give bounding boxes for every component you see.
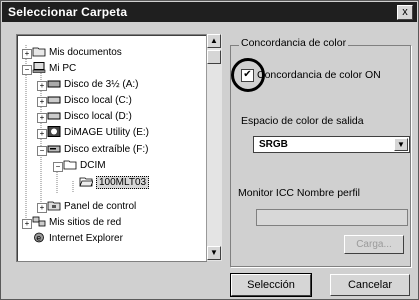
expand-toggle[interactable]: + xyxy=(37,97,47,107)
tree-item-mis-documentos[interactable]: Mis documentos xyxy=(32,46,122,60)
folder-icon xyxy=(63,160,77,170)
tree-item-dcim[interactable]: DCIM xyxy=(63,159,106,173)
expand-toggle[interactable]: + xyxy=(22,219,32,229)
tree-item-disco-f[interactable]: Disco extraíble (F:) xyxy=(47,143,148,157)
icc-profile-label: Monitor ICC Nombre perfil xyxy=(238,187,360,199)
tree-item-100mlt03[interactable]: 100MLT03 xyxy=(79,176,150,190)
expand-toggle[interactable]: + xyxy=(37,129,47,139)
tree-item-panel-de-control[interactable]: Panel de control xyxy=(47,200,136,214)
expand-toggle[interactable]: + xyxy=(37,113,47,123)
tree-item-disco-c[interactable]: Disco local (C:) xyxy=(47,94,132,108)
floppy-drive-icon xyxy=(47,80,61,88)
output-colorspace-label: Espacio de color de salida xyxy=(241,115,364,127)
internet-explorer-icon: e xyxy=(34,232,44,243)
expand-toggle[interactable]: + xyxy=(22,49,32,59)
tree-item-dimage-utility[interactable]: DiMAGE Utility (E:) xyxy=(47,126,149,140)
svg-text:e: e xyxy=(36,234,41,243)
tree-item-disco-a[interactable]: Disco de 3½ (A:) xyxy=(47,78,138,92)
tree-scrollbar[interactable]: ▲ ▼ xyxy=(206,34,222,261)
icc-profile-field[interactable] xyxy=(256,209,408,226)
output-colorspace-select[interactable]: SRGB ▼ xyxy=(253,136,410,153)
folder-tree[interactable]: + Mis documentos − Mi PC + Disco de 3½ (… xyxy=(16,34,207,262)
expand-toggle[interactable]: + xyxy=(37,81,47,91)
collapse-toggle[interactable]: − xyxy=(22,65,32,75)
control-panel-icon xyxy=(47,201,61,211)
chevron-down-icon[interactable]: ▼ xyxy=(394,138,408,151)
load-button[interactable]: Carga... xyxy=(344,235,404,254)
hard-drive-icon xyxy=(47,112,61,120)
hard-drive-icon xyxy=(47,96,61,104)
folder-open-icon xyxy=(79,177,93,187)
cancel-button[interactable]: Cancelar xyxy=(330,274,410,296)
scroll-thumb[interactable] xyxy=(207,50,221,64)
expand-toggle[interactable]: + xyxy=(37,203,47,213)
highlight-circle xyxy=(231,58,265,92)
collapse-toggle[interactable]: − xyxy=(53,162,63,172)
group-label: Concordancia de color xyxy=(239,37,349,49)
scroll-down-button[interactable]: ▼ xyxy=(207,246,221,260)
tree-item-mi-pc[interactable]: Mi PC xyxy=(32,62,76,76)
select-button[interactable]: Selección xyxy=(230,273,312,297)
tree-item-disco-d[interactable]: Disco local (D:) xyxy=(47,110,132,124)
cd-drive-icon xyxy=(47,126,61,137)
scroll-up-button[interactable]: ▲ xyxy=(207,34,221,48)
collapse-toggle[interactable]: − xyxy=(37,146,47,156)
checkbox-label[interactable]: Concordancia de color ON xyxy=(257,69,381,81)
network-icon xyxy=(32,216,46,227)
tree-item-mis-sitios-de-red[interactable]: Mis sitios de red xyxy=(32,216,121,230)
documents-folder-icon xyxy=(32,47,46,57)
title-bar: Seleccionar Carpeta x xyxy=(2,2,417,22)
window-title: Seleccionar Carpeta xyxy=(8,5,128,19)
computer-icon xyxy=(32,62,46,73)
selected-value: SRGB xyxy=(259,139,288,150)
dialog-window: Seleccionar Carpeta x + Mis documentos −… xyxy=(0,0,419,300)
tree-item-internet-explorer[interactable]: e Internet Explorer xyxy=(32,232,123,246)
removable-drive-icon xyxy=(47,145,61,153)
close-button[interactable]: x xyxy=(397,5,413,20)
